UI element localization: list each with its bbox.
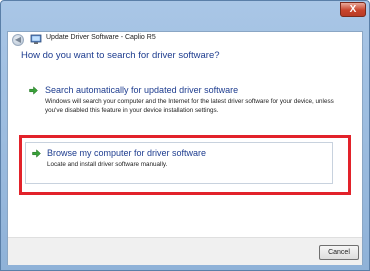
close-icon: X <box>349 4 357 15</box>
back-button[interactable]: ◀ <box>12 34 24 46</box>
device-manager-icon <box>30 34 42 44</box>
close-button[interactable]: X <box>340 2 366 17</box>
green-arrow-icon <box>29 86 38 95</box>
title-bar[interactable]: X <box>1 1 369 31</box>
option-title: Search automatically for updated driver … <box>45 85 239 95</box>
option-description: Windows will search your computer and th… <box>45 98 334 114</box>
dialog-footer <box>8 237 362 265</box>
back-arrow-icon: ◀ <box>14 35 22 44</box>
cancel-button[interactable]: Cancel <box>319 245 359 260</box>
wizard-header: ◀ Update Driver Software - Caplio R5 <box>8 32 362 46</box>
dialog-window: X ◀ Update Driver Software - Caplio R5 H… <box>0 0 370 271</box>
search-automatically-option[interactable]: Search automatically for updated driver … <box>25 83 345 129</box>
highlight-box <box>19 135 351 195</box>
cancel-button-label: Cancel <box>328 249 350 256</box>
page-heading: How do you want to search for driver sof… <box>21 50 220 61</box>
window-title: Update Driver Software - Caplio R5 <box>46 34 156 41</box>
